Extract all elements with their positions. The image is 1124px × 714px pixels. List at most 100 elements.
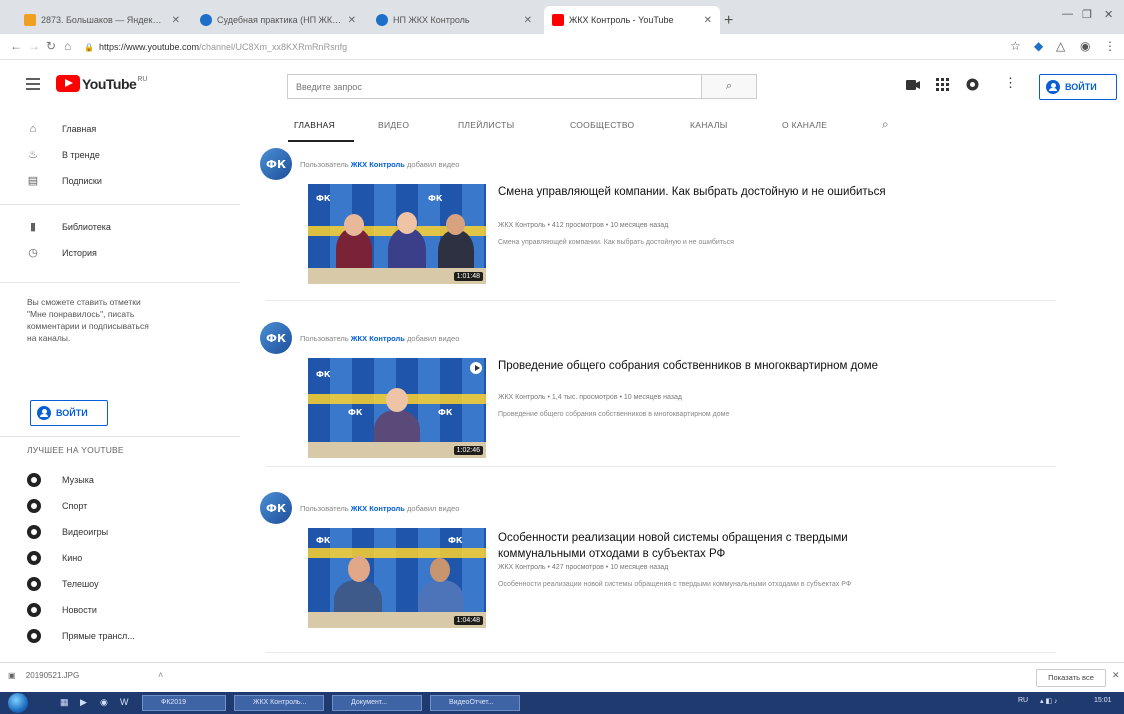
messages-icon[interactable] — [966, 78, 979, 91]
activity-line: Пользователь ЖКХ Контроль добавил видео — [300, 334, 459, 343]
sidebar-item-subscriptions[interactable]: ▤ Подписки — [0, 168, 240, 194]
search-button[interactable]: ⌕ — [702, 75, 756, 98]
video-title[interactable]: Смена управляющей компании. Как выбрать … — [498, 184, 918, 200]
channel-avatar[interactable]: ФК — [260, 492, 292, 524]
chrome-icon[interactable]: ◉ — [100, 697, 108, 708]
new-tab-button[interactable]: + — [724, 12, 733, 30]
bookmark-star-icon[interactable]: ☆ — [1010, 39, 1021, 53]
sidebar-item-sport[interactable]: Спорт — [0, 493, 240, 519]
sidebar-item-label: Спорт — [62, 501, 88, 511]
download-bar: ▣ 20190521.JPG ˄ Показать все ✕ — [0, 662, 1124, 692]
activity-suffix: добавил видео — [407, 334, 460, 343]
feed-divider — [266, 652, 1056, 653]
taskbar-window-button[interactable]: ЖКХ Контроль... — [234, 695, 324, 711]
video-thumbnail[interactable]: ФК ФК 1:04:48 — [308, 528, 486, 628]
close-icon[interactable]: ✕ — [348, 15, 356, 26]
sidebar-item-news[interactable]: Новости — [0, 597, 240, 623]
logo-country: RU — [137, 76, 148, 83]
signin-note: Вы сможете ставить отметки "Мне понравил… — [27, 297, 149, 343]
video-duration: 1:02:46 — [453, 446, 483, 455]
file-icon: ▣ — [8, 671, 16, 680]
channel-feed: ФК Пользователь ЖКХ Контроль добавил вид… — [240, 142, 1124, 662]
extension-icon[interactable]: ◆ — [1034, 39, 1043, 53]
video-title[interactable]: Особенности реализации новой системы обр… — [498, 530, 918, 562]
close-icon[interactable]: ✕ — [704, 15, 712, 26]
settings-dots-icon[interactable]: ⋮ — [1004, 75, 1017, 91]
clock[interactable]: 15:01 — [1094, 697, 1112, 704]
youtube-logo[interactable]: YouTube RU — [56, 75, 147, 92]
word-icon[interactable]: W — [120, 697, 129, 707]
tab-videos[interactable]: ВИДЕО — [378, 120, 409, 130]
video-thumbnail[interactable]: ФК ФК 1:01:48 — [308, 184, 486, 284]
hamburger-menu-icon[interactable] — [26, 78, 40, 90]
browser-tab-2[interactable]: Судебная практика (НП ЖКХ ... ✕ — [192, 6, 364, 34]
address-bar[interactable]: 🔒 https://www.youtube.com /channel/UC8Xm… — [84, 38, 984, 56]
sidebar-item-home[interactable]: ⌂ Главная — [0, 116, 240, 142]
explorer-icon[interactable]: ▦ — [60, 697, 69, 708]
browser-tab-active[interactable]: ЖКХ Контроль - YouTube ✕ — [544, 6, 720, 34]
channel-link[interactable]: ЖКХ Контроль — [351, 504, 405, 513]
channel-avatar[interactable]: ФК — [260, 148, 292, 180]
warning-triangle-icon[interactable]: △ — [1056, 39, 1065, 53]
close-icon[interactable]: ✕ — [1112, 670, 1120, 681]
thumbnail-logo: ФК — [428, 194, 443, 203]
sidebar-item-tv[interactable]: Телешоу — [0, 571, 240, 597]
presenter-head — [397, 212, 417, 234]
youtube-favicon-icon — [552, 14, 564, 26]
reload-icon[interactable]: ↻ — [46, 39, 56, 53]
tab-channels[interactable]: КАНАЛЫ — [690, 120, 728, 130]
browser-tab-3[interactable]: НП ЖКХ Контроль ✕ — [368, 6, 540, 34]
sidebar-item-gaming[interactable]: Видеоигры — [0, 519, 240, 545]
sidebar-item-history[interactable]: ◷ История — [0, 240, 240, 266]
close-icon[interactable]: ✕ — [524, 15, 532, 26]
browser-tabstrip: 2873. Большаков — Яндекс.Ди.. ✕ Судебная… — [0, 0, 1124, 34]
sidebar-item-music[interactable]: Музыка — [0, 467, 240, 493]
presenter-head — [446, 214, 465, 235]
back-icon[interactable]: ← — [10, 39, 22, 53]
minimize-icon[interactable]: — — [1062, 8, 1073, 20]
create-video-icon[interactable] — [906, 79, 920, 91]
history-icon: ◷ — [28, 247, 38, 259]
search-input[interactable] — [288, 75, 702, 98]
download-item[interactable]: ▣ 20190521.JPG — [8, 671, 79, 680]
tray-icons[interactable]: ▴ ◧ ♪ — [1040, 697, 1058, 705]
channel-link[interactable]: ЖКХ Контроль — [351, 334, 405, 343]
chevron-up-icon[interactable]: ˄ — [158, 670, 163, 680]
home-browser-icon[interactable]: ⌂ — [64, 39, 71, 53]
sidebar-item-library[interactable]: ▮ Библиотека — [0, 214, 240, 240]
browser-menu-icon[interactable]: ⋮ — [1104, 39, 1116, 53]
channel-search-icon[interactable]: ⌕ — [882, 117, 889, 132]
signin-button[interactable]: ВОЙТИ — [1039, 74, 1117, 100]
sidebar-signin-button[interactable]: ВОЙТИ — [30, 400, 108, 426]
subscriptions-icon: ▤ — [27, 175, 39, 187]
presenter-head — [386, 388, 408, 412]
library-icon: ▮ — [29, 221, 37, 233]
taskbar-window-button[interactable]: ФК2019 — [142, 695, 226, 711]
tab-community[interactable]: СООБЩЕСТВО — [570, 120, 634, 130]
sidebar-item-movies[interactable]: Кино — [0, 545, 240, 571]
forward-icon[interactable]: → — [28, 39, 40, 53]
tab-home[interactable]: ГЛАВНАЯ — [294, 120, 335, 130]
tab-about[interactable]: О КАНАЛЕ — [782, 120, 827, 130]
start-button-icon[interactable] — [8, 693, 28, 713]
sidebar-item-live[interactable]: Прямые трансл... — [0, 623, 240, 649]
profile-icon[interactable]: ◉ — [1080, 39, 1090, 53]
taskbar-window-button[interactable]: ВидеоОтчет... — [430, 695, 520, 711]
video-meta: ЖКХ Контроль • 412 просмотров • 10 месяц… — [498, 222, 669, 229]
sidebar-item-label: Главная — [62, 124, 97, 134]
channel-avatar[interactable]: ФК — [260, 322, 292, 354]
sidebar-item-trending[interactable]: ♨ В тренде — [0, 142, 240, 168]
tab-playlists[interactable]: ПЛЕЙЛИСТЫ — [458, 120, 514, 130]
taskbar-window-button[interactable]: Документ... — [332, 695, 422, 711]
media-icon[interactable]: ▶ — [80, 697, 87, 708]
video-title[interactable]: Проведение общего собрания собственников… — [498, 358, 918, 374]
maximize-icon[interactable]: ❐ — [1082, 8, 1092, 21]
close-window-icon[interactable]: ✕ — [1104, 8, 1113, 21]
video-thumbnail[interactable]: ФК ФК ФК 1:02:46 — [308, 358, 486, 458]
language-indicator[interactable]: RU — [1018, 697, 1028, 704]
show-all-downloads-button[interactable]: Показать все — [1036, 669, 1106, 687]
browser-tab-1[interactable]: 2873. Большаков — Яндекс.Ди.. ✕ — [16, 6, 188, 34]
channel-link[interactable]: ЖКХ Контроль — [351, 160, 405, 169]
apps-grid-icon[interactable] — [936, 78, 949, 91]
close-icon[interactable]: ✕ — [172, 15, 180, 26]
